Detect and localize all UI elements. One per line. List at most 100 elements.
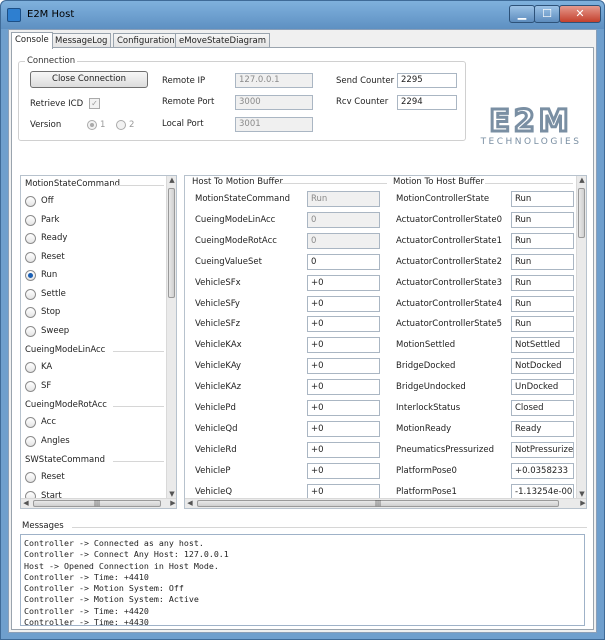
radio-button[interactable] [25,214,36,226]
buffer-value-field[interactable]: Run [511,232,574,249]
scroll-down-arrow-icon[interactable]: ▼ [167,490,176,498]
buffer-value-field[interactable]: Run [511,295,574,312]
buffer-value-field[interactable]: +0 [307,400,380,416]
remote-port-field[interactable]: 3000 [235,95,313,110]
buffer-value-field[interactable]: +0.0358233 [511,462,574,479]
title-bar[interactable]: E2M Host ▁ ☐ ✕ [1,1,604,29]
radio-button[interactable] [25,417,36,428]
radio-cueingmodelinacc-sf[interactable]: SF [25,380,155,394]
remote-ip-field[interactable]: 127.0.0.1 [235,73,313,88]
buffers-scroll-left-arrow-icon[interactable]: ◀ [185,499,195,507]
local-port-field[interactable]: 3001 [235,117,313,132]
buffer-value-field[interactable]: +0 [307,274,380,291]
radio-motionstatecommand-park[interactable]: Park [25,214,155,228]
radio-cueingmodelinacc-ka[interactable]: KA [25,361,155,375]
radio-button[interactable] [25,251,36,263]
radio-button[interactable] [25,196,36,207]
radio-button[interactable] [25,435,36,447]
buffers-scroll-up-arrow-icon[interactable]: ▲ [577,176,586,184]
buffer-value-field[interactable]: +0 [307,441,380,458]
maximize-button[interactable]: ☐ [534,5,560,23]
scroll-up-arrow-icon[interactable]: ▲ [167,176,176,184]
buffer-value-field[interactable]: 0 [307,232,380,249]
buffer-value-field[interactable]: +0 [307,295,380,312]
command-panel-hscroll[interactable]: ◀ ||| ▶ [21,498,176,508]
tab-messagelog[interactable]: MessageLog [51,33,112,48]
buffer-label: CueingValueSet [195,256,262,267]
radio-swstatecommand-reset[interactable]: Reset [25,471,155,485]
buffers-panel[interactable]: Host To Motion Buffer Motion To Host Buf… [184,175,587,509]
radio-cueingmoderotacc-angles[interactable]: Angles [25,435,155,449]
buffer-value-field[interactable]: Run [511,211,574,228]
minimize-button[interactable]: ▁ [509,5,535,23]
buffer-value-field[interactable]: Run [511,274,574,291]
buffer-value-field[interactable]: Run [511,316,574,333]
radio-cueingmoderotacc-acc[interactable]: Acc [25,416,155,430]
buffer-value-field[interactable]: Ready [511,420,574,437]
buffer-value-field[interactable]: Run [307,191,380,207]
radio-button[interactable] [25,362,36,373]
buffer-value-field[interactable]: +0 [307,420,380,437]
radio-button[interactable] [25,233,36,244]
buffer-value-field[interactable]: +0 [307,462,380,479]
buffer-value-field[interactable]: UnDocked [511,379,574,396]
tab-console[interactable]: Console [11,32,53,49]
radio-motionstatecommand-stop[interactable]: Stop [25,306,155,320]
close-connection-button[interactable]: Close Connection [30,71,148,88]
buffers-panel-vscroll[interactable]: ▲ ▼ [576,176,586,498]
send-counter-field[interactable]: 2295 [397,73,457,88]
command-panel-vthumb[interactable] [168,188,175,298]
buffer-value-field[interactable]: Closed [511,400,574,416]
buffer-value-field[interactable]: NotPressurized [511,441,574,458]
radio-label: Acc [41,417,57,427]
version-1-radio[interactable] [87,120,97,130]
scroll-left-arrow-icon[interactable]: ◀ [21,499,31,507]
radio-button[interactable] [25,380,36,392]
rcv-counter-field[interactable]: 2294 [397,95,457,110]
buffer-value-field[interactable]: +0 [307,337,380,354]
radio-motionstatecommand-run[interactable]: Run [25,269,155,283]
messages-textbox[interactable]: Controller -> Connected as any host. Cont… [20,534,585,626]
buffer-value-field[interactable]: +0 [307,316,380,333]
scroll-right-arrow-icon[interactable]: ▶ [168,499,176,507]
e2m-logo: E2M TECHNOLOGIES [472,103,590,149]
send-counter-label: Send Counter [336,76,395,86]
radio-button[interactable] [25,307,36,318]
group-divider [113,351,164,352]
buffers-panel-hscroll[interactable]: ◀ ||| ▶ [185,498,586,508]
buffer-value-field[interactable]: 0 [307,211,380,228]
tab-configuration[interactable]: Configuration [113,33,179,48]
version-2-radio[interactable] [116,120,126,130]
buffer-row-actuatorcontrollerstate3: ActuatorControllerState3 Run [396,274,574,292]
version-1-label: 1 [100,120,106,130]
command-panel-hthumb[interactable]: ||| [33,500,161,507]
buffer-label: MotionSettled [396,340,456,351]
buffer-value-field[interactable]: +0 [307,358,380,375]
buffer-value-field[interactable]: Run [511,253,574,270]
buffer-value-field[interactable]: 0 [307,253,380,270]
app-window: E2M Host ▁ ☐ ✕ Console MessageLog Config… [0,0,605,640]
radio-button[interactable] [25,288,36,300]
retrieve-icd-checkbox[interactable]: ✓ [89,98,100,109]
buffers-scroll-down-arrow-icon[interactable]: ▼ [577,490,586,498]
radio-motionstatecommand-reset[interactable]: Reset [25,251,155,265]
radio-label: Reset [41,251,65,262]
tab-emovestatediagram[interactable]: eMoveStateDiagram [175,33,271,48]
command-panel[interactable]: MotionStateCommand Off Park Ready Reset Run Se… [20,175,177,509]
radio-button[interactable] [25,472,36,483]
buffers-panel-hthumb[interactable]: ||| [197,500,559,507]
buffers-panel-vthumb[interactable] [578,188,585,238]
close-window-button[interactable]: ✕ [559,5,601,23]
buffer-value-field[interactable]: Run [511,191,574,207]
buffer-value-field[interactable]: NotDocked [511,358,574,375]
radio-motionstatecommand-sweep[interactable]: Sweep [25,325,155,339]
command-panel-vscroll[interactable]: ▲ ▼ [166,176,176,498]
buffers-scroll-right-arrow-icon[interactable]: ▶ [578,499,586,507]
radio-motionstatecommand-settle[interactable]: Settle [25,288,155,302]
buffer-value-field[interactable]: NotSettled [511,337,574,354]
radio-motionstatecommand-off[interactable]: Off [25,195,155,209]
buffer-value-field[interactable]: +0 [307,379,380,396]
radio-motionstatecommand-ready[interactable]: Ready [25,232,155,246]
radio-button[interactable] [25,270,36,281]
radio-button[interactable] [25,325,36,337]
